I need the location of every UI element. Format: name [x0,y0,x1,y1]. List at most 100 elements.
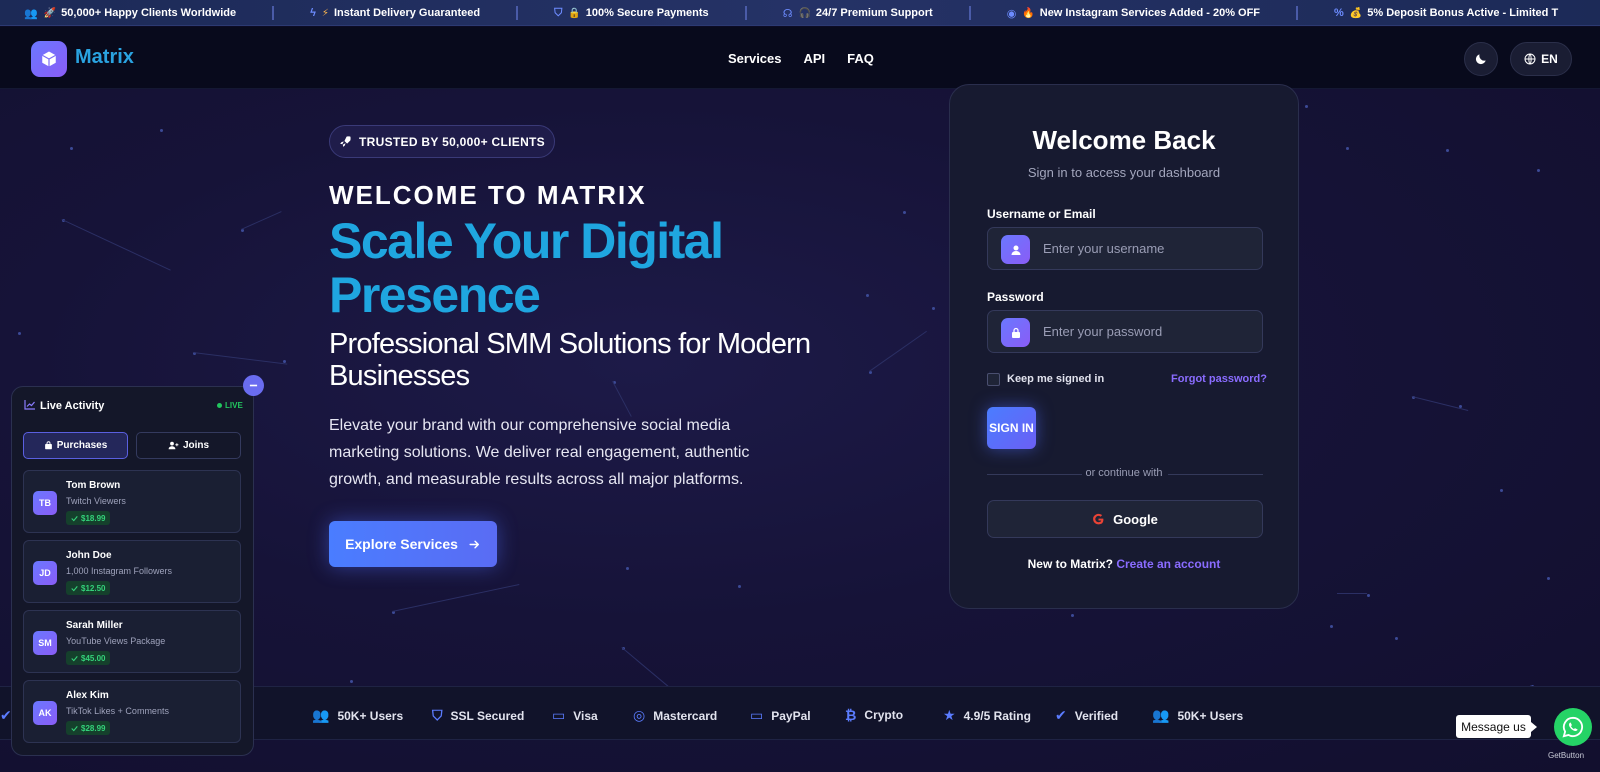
shield-icon: ⛉ [554,6,563,19]
star-icon: ★ [943,707,956,723]
language-button[interactable]: EN [1510,42,1572,76]
constellation-line [241,211,282,230]
users-icon: 👥 [312,707,330,723]
whatsapp-icon [1562,716,1584,738]
whatsapp-button[interactable] [1554,708,1592,746]
trust-text: Mastercard [653,708,718,723]
star-dot [1346,147,1349,150]
ticker-emoji: 💰 [1349,7,1363,19]
trust-item: 👥 50K+ Users [312,707,403,724]
ticker-item: ◉ 🔥 New Instagram Services Added - 20% OFF [971,7,1296,20]
logo-box[interactable] [31,41,67,77]
activity-price-badge: $18.99 [66,511,111,525]
trust-item: ▭ Visa [552,707,598,724]
username-label: Username or Email [987,207,1096,221]
minus-icon [249,384,258,387]
trust-item: ★ 4.9/5 Rating [943,707,1031,724]
tab-joins[interactable]: Joins [136,432,241,459]
mastercard-icon: ◎ [633,707,646,723]
create-account-link[interactable]: Create an account [1116,557,1220,571]
star-dot [160,129,163,132]
activity-item: TB Tom Brown Twitch Viewers $18.99 [23,470,241,533]
trust-text: SSL Secured [450,708,525,723]
activity-price: $28.99 [81,723,106,733]
announcement-ticker: 👥 🚀 50,000+ Happy Clients Worldwide ϟ ⚡ Insta… [0,0,1600,26]
star-dot [1537,169,1540,172]
arrow-right-icon [469,540,479,548]
trust-text: 50K+ Users [1177,708,1244,723]
bag-icon [44,441,52,450]
google-signin-button[interactable]: Google [987,500,1263,538]
welcome-heading: WELCOME TO MATRIX [329,180,647,210]
explore-services-button[interactable]: Explore Services [329,521,497,567]
collapse-panel-button[interactable] [243,375,264,396]
star-dot [350,680,353,683]
username-field[interactable] [987,227,1263,270]
activity-product: 1,000 Instagram Followers [66,566,173,576]
trust-item: 👥 50K+ Users [1152,707,1243,724]
star-dot [1071,614,1074,617]
google-label: Google [1113,511,1158,527]
star-dot [1500,489,1503,492]
nav-api[interactable]: API [804,51,826,66]
badge-text: TRUSTED BY 50,000+ CLIENTS [359,134,545,149]
check-badge-icon: ✔ [0,707,12,723]
trust-item: ▭ PayPal [750,707,811,724]
bitcoin-icon: ₿ [845,707,857,723]
check-icon [71,725,78,731]
tab-purchases[interactable]: Purchases [23,432,128,459]
activity-name: John Doe [66,550,112,561]
star-dot [932,307,935,310]
activity-name: Tom Brown [66,480,121,491]
keep-signed-label[interactable]: Keep me signed in [1007,373,1104,385]
star-dot [1446,149,1449,152]
forgot-password-link[interactable]: Forgot password? [1171,373,1267,385]
star-dot [70,147,73,150]
star-dot [738,585,741,588]
star-dot [1367,594,1370,597]
activity-name: Sarah Miller [66,620,123,631]
sign-in-button[interactable]: SIGN IN [987,407,1036,449]
chart-line-icon [24,399,36,413]
trust-item: ✔ Verified [1055,707,1118,724]
login-title: Welcome Back [1032,125,1216,155]
brand-name[interactable]: Matrix [75,46,134,69]
message-us-tooltip[interactable]: Message us [1456,715,1537,738]
live-label: LIVE [225,401,243,410]
live-activity-title: Live Activity [40,400,105,412]
check-icon [71,585,78,591]
activity-price: $12.50 [81,583,106,593]
nav-services[interactable]: Services [728,51,782,66]
ticker-text: 24/7 Premium Support [815,7,933,19]
star-dot [903,211,906,214]
keep-signed-checkbox[interactable] [987,373,1000,386]
star-dot [1395,637,1398,640]
language-label: EN [1541,52,1558,66]
ticker-text: 100% Secure Payments [585,7,709,19]
getbutton-credit[interactable]: GetButton [1548,751,1584,760]
password-input[interactable] [1043,311,1253,352]
username-input[interactable] [1043,228,1253,269]
trust-text: Verified [1074,708,1119,723]
nav-faq[interactable]: FAQ [847,51,874,66]
check-icon [71,655,78,661]
trust-text: Crypto [864,708,904,722]
password-field[interactable] [987,310,1263,353]
hero-headline: Scale Your Digital Presence [329,213,724,323]
star-dot [626,567,629,570]
live-activity-panel: Live Activity LIVE Purchases Joins TB Tom… [11,386,254,756]
activity-price: $45.00 [81,653,106,663]
activity-price-badge: $28.99 [66,721,111,735]
ticker-emoji: 🚀 [43,7,57,19]
ticker-text: 50,000+ Happy Clients Worldwide [61,7,237,19]
cube-icon [41,51,57,67]
trust-text: PayPal [771,708,811,723]
activity-name: Alex Kim [66,690,109,701]
star-dot [1305,105,1308,108]
activity-product: YouTube Views Package [66,636,166,646]
theme-toggle-button[interactable] [1464,42,1498,76]
activity-item: AK Alex Kim TikTok Likes + Comments $28.99 [23,680,241,743]
activity-price: $18.99 [81,513,106,523]
ticker-emoji: ⚡ [321,7,329,19]
visa-icon: ▭ [552,707,566,723]
